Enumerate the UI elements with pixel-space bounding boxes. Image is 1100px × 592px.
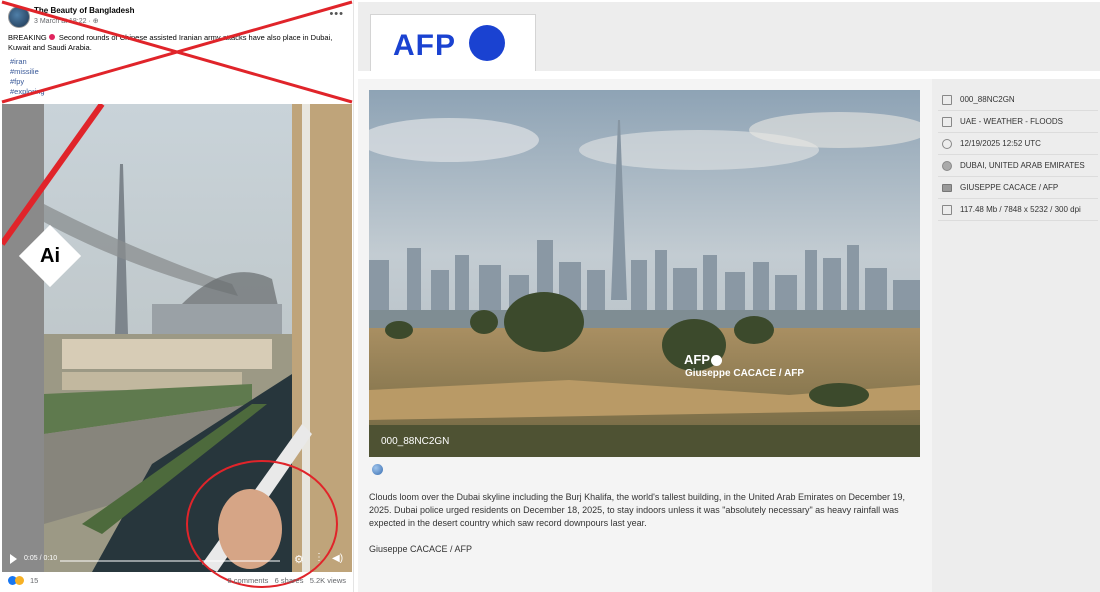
hashtag-link[interactable]: #missilie bbox=[10, 67, 45, 77]
watermark-logo: AFP bbox=[684, 352, 722, 367]
watermark-dot-icon bbox=[711, 355, 722, 367]
caption-icon bbox=[942, 117, 952, 127]
dubai-skyline-photo bbox=[369, 90, 920, 457]
video-time: 0:05 / 0:10 bbox=[24, 555, 58, 562]
hashtag-link[interactable]: #iran bbox=[10, 57, 45, 67]
camera-icon bbox=[942, 184, 952, 192]
post-text-prefix: BREAKING bbox=[8, 33, 47, 42]
afp-logo: AFP bbox=[393, 29, 456, 62]
metadata-panel: 000_88NC2GN UAE - WEATHER - FLOODS 12/19… bbox=[938, 89, 1098, 221]
hashtag-link[interactable]: #exploring bbox=[10, 87, 45, 97]
page-name[interactable]: The Beauty of Bangladesh bbox=[34, 6, 134, 15]
reaction-icons[interactable] bbox=[8, 575, 24, 585]
comments-count[interactable]: 8 comments bbox=[228, 576, 269, 585]
metadata-row-title: UAE - WEATHER - FLOODS bbox=[938, 111, 1098, 133]
document-icon bbox=[942, 95, 952, 105]
social-post: The Beauty of Bangladesh 3 March at 18:2… bbox=[0, 0, 354, 592]
red-circle-emoji-icon bbox=[48, 34, 55, 40]
header-divider bbox=[358, 71, 1100, 79]
post-text-body: Second rounds of Chinese assisted Irania… bbox=[8, 33, 333, 52]
post-header: The Beauty of Bangladesh 3 March at 18:2… bbox=[8, 6, 348, 28]
more-options-icon[interactable]: ••• bbox=[329, 8, 344, 20]
globe-icon[interactable] bbox=[372, 464, 383, 475]
reaction-count[interactable]: 15 bbox=[30, 576, 38, 585]
globe-icon bbox=[942, 161, 952, 171]
hashtag-list: #iran #missilie #fpy #exploring bbox=[10, 57, 45, 97]
clock-icon bbox=[942, 139, 952, 149]
metadata-row-filesize: 117.48 Mb / 7848 x 5232 / 300 dpi bbox=[938, 199, 1098, 221]
post-stats: 8 comments 6 shares 5.2K views bbox=[228, 576, 346, 585]
shares-count[interactable]: 6 shares bbox=[275, 576, 304, 585]
photo-id-overlay: 000_88NC2GN bbox=[381, 436, 450, 447]
metadata-value: 000_88NC2GN bbox=[960, 95, 1015, 104]
metadata-row-location: DUBAI, UNITED ARAB EMIRATES bbox=[938, 155, 1098, 177]
metadata-value: 117.48 Mb / 7848 x 5232 / 300 dpi bbox=[960, 205, 1081, 214]
red-highlight-circle bbox=[186, 460, 338, 588]
metadata-value: DUBAI, UNITED ARAB EMIRATES bbox=[960, 161, 1085, 170]
metadata-row-date: 12/19/2025 12:52 UTC bbox=[938, 133, 1098, 155]
ai-badge-label: Ai bbox=[40, 245, 60, 267]
metadata-row-id: 000_88NC2GN bbox=[938, 89, 1098, 111]
afp-logo-tab[interactable]: AFP bbox=[370, 14, 536, 72]
haha-icon bbox=[15, 575, 24, 585]
watermark-logo-text: AFP bbox=[684, 352, 710, 367]
metadata-row-photographer: GIUSEPPE CACACE / AFP bbox=[938, 177, 1098, 199]
metadata-value: 12/19/2025 12:52 UTC bbox=[960, 139, 1041, 148]
comparison-image: The Beauty of Bangladesh 3 March at 18:2… bbox=[0, 0, 1100, 592]
afp-photo-page: AFP AFP Giuseppe CACACE / AFP 000_88NC2G… bbox=[358, 2, 1100, 592]
photo-byline: Giuseppe CACACE / AFP bbox=[369, 544, 473, 554]
metadata-value: GIUSEPPE CACACE / AFP bbox=[960, 183, 1059, 192]
hashtag-link[interactable]: #fpy bbox=[10, 77, 45, 87]
metadata-value: UAE - WEATHER - FLOODS bbox=[960, 117, 1063, 126]
photo-caption: Clouds loom over the Dubai skyline inclu… bbox=[369, 492, 906, 528]
page-avatar[interactable] bbox=[8, 6, 30, 28]
post-text: BREAKING Second rounds of Chinese assist… bbox=[8, 33, 343, 53]
watermark-credit: Giuseppe CACACE / AFP bbox=[685, 368, 805, 379]
afp-photo[interactable]: AFP Giuseppe CACACE / AFP 000_88NC2GN bbox=[369, 90, 920, 457]
afp-logo-dot bbox=[469, 25, 505, 61]
post-footer: 15 8 comments 6 shares 5.2K views bbox=[8, 574, 350, 588]
resize-icon bbox=[942, 205, 952, 215]
play-icon[interactable] bbox=[10, 554, 17, 564]
views-count: 5.2K views bbox=[309, 576, 346, 585]
post-timestamp[interactable]: 3 March at 18:22 · ⊕ bbox=[34, 17, 99, 25]
volume-icon[interactable]: ◀) bbox=[332, 553, 343, 564]
